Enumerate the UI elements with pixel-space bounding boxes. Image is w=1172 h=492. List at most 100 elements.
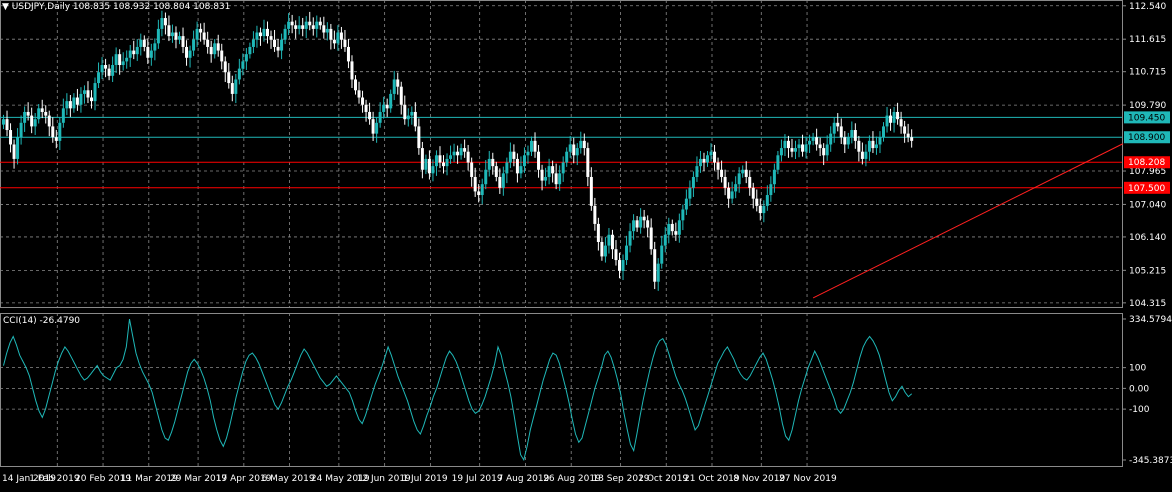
candle-body: [139, 39, 143, 47]
candle-body: [607, 234, 611, 246]
grid: [0, 0, 1123, 467]
candle-body: [26, 111, 30, 116]
candle-body: [892, 111, 896, 123]
candle-body: [427, 158, 431, 174]
main-pane-border: [0, 0, 1123, 308]
candle-body: [5, 119, 9, 131]
candle-body: [885, 115, 889, 127]
candle-body: [65, 101, 69, 109]
candle-body: [332, 39, 336, 44]
candle-body: [660, 245, 664, 264]
candle-body: [104, 65, 108, 69]
candle-body: [882, 126, 885, 138]
candle-body: [2, 119, 5, 125]
price-level-label: 108.208: [1128, 158, 1165, 168]
candle-body: [515, 158, 519, 174]
ohlc-values: 108.835 108.932 108.804 108.831: [72, 2, 231, 12]
candle-body: [533, 140, 537, 152]
candle-body: [206, 39, 210, 47]
candle-body: [434, 155, 438, 167]
candle-body: [751, 187, 755, 199]
candle-body: [456, 151, 460, 156]
candle-body: [656, 263, 660, 282]
candle-body: [463, 148, 467, 152]
candle-body: [860, 151, 864, 159]
collapse-triangle-icon[interactable]: ▼: [2, 2, 9, 12]
candle-body: [632, 220, 636, 232]
candle-body: [185, 46, 189, 58]
candle-body: [544, 176, 548, 181]
candle-body: [635, 220, 639, 228]
candle-body: [551, 166, 555, 174]
candle-body: [903, 126, 907, 134]
candle-body: [378, 111, 382, 123]
candle-body: [72, 97, 76, 109]
candle-body: [600, 241, 604, 257]
candle-body: [449, 155, 453, 159]
candle-body: [582, 140, 586, 149]
candle-body: [589, 176, 593, 206]
candle-body: [51, 126, 55, 138]
candle-body: [357, 90, 361, 98]
candle-body: [403, 104, 407, 120]
candle-body: [156, 28, 160, 44]
candle-body: [667, 223, 671, 235]
candle-body: [843, 137, 847, 145]
candle-body: [389, 93, 393, 109]
candle-body: [135, 46, 139, 55]
candle-body: [874, 144, 878, 149]
candle-body: [646, 220, 650, 228]
candle-body: [297, 25, 301, 29]
candle-body: [688, 187, 692, 199]
cci-tick-label: 0.00: [1129, 384, 1149, 394]
candle-body: [283, 28, 287, 40]
candle-body: [878, 137, 882, 145]
candle-body: [677, 220, 681, 235]
candle-body: [241, 61, 245, 69]
candle-body: [808, 140, 812, 145]
candle-body: [618, 260, 621, 271]
price-chart[interactable]: 14 Jan 20191 Feb 201920 Feb 201911 Mar 2…: [0, 0, 1172, 488]
candle-body: [459, 148, 463, 156]
candle-body: [540, 169, 544, 181]
candle-body: [192, 39, 196, 51]
candle-body: [325, 28, 329, 33]
candle-body: [537, 151, 541, 170]
candle-body: [406, 115, 410, 120]
candle-body: [684, 198, 688, 210]
candle-body: [350, 61, 354, 80]
candle-body: [424, 158, 428, 170]
candle-body: [530, 140, 533, 152]
candle-body: [30, 115, 34, 127]
x-tick-label: 7 Aug 2019: [497, 474, 549, 484]
candle-body: [526, 151, 530, 156]
cci-line: [3, 319, 913, 462]
candle-body: [741, 169, 745, 174]
candle-body: [40, 108, 44, 112]
support-trendline[interactable]: [812, 143, 1124, 299]
candle-body: [737, 173, 741, 185]
candle-body: [234, 79, 238, 94]
candle-body: [167, 25, 171, 37]
candle-body: [255, 32, 259, 40]
candle-body: [519, 166, 523, 174]
candle-body: [702, 158, 706, 163]
candle-body: [209, 46, 213, 55]
candle-body: [385, 104, 389, 109]
candle-body: [382, 104, 386, 112]
candle-body: [621, 260, 625, 271]
cci-pane-border: [0, 313, 1123, 467]
candle-body: [128, 50, 132, 58]
candle-body: [867, 140, 871, 152]
candle-body: [343, 39, 347, 47]
candle-body: [315, 21, 319, 29]
candle-body: [44, 111, 48, 116]
trendline[interactable]: [812, 143, 1124, 299]
candle-body: [121, 61, 125, 66]
candle-body: [125, 57, 129, 62]
candle-body: [603, 245, 607, 257]
y-tick-label: 109.790: [1129, 101, 1166, 111]
candle-body: [280, 39, 284, 51]
candle-body: [445, 158, 449, 167]
cci-indicator: [3, 319, 913, 462]
